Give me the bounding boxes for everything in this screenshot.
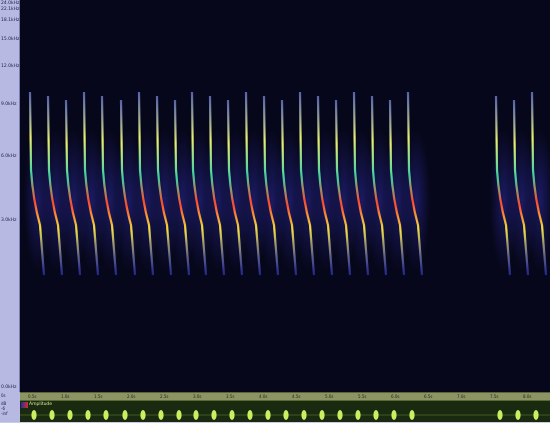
waveform-burst [337,410,343,420]
freq-tick: 0.0kHz [1,385,17,390]
waveform-burst [85,410,91,420]
time-origin-label: 0s [0,392,20,400]
waveform-burst [247,410,253,420]
time-tick: 6.0s [391,394,400,399]
freq-tick: 15.0kHz [1,37,20,42]
waveform-burst [265,410,271,420]
time-tick: 8.0s [523,394,532,399]
freq-tick: 9.0kHz [1,102,17,107]
time-tick: 6.5s [424,394,433,399]
waveform-burst [49,410,55,420]
waveform-burst [355,410,361,420]
waveform-burst [301,410,307,420]
waveform-burst [67,410,73,420]
time-tick: 2.5s [160,394,169,399]
call-echo-haze [402,130,430,270]
waveform-burst [122,410,128,420]
waveform-burst [31,410,37,420]
waveform-scale: dB -6 -inf [0,400,20,422]
time-tick: 7.5s [490,394,499,399]
spectrogram-view[interactable] [20,0,550,392]
waveform-burst [515,410,521,420]
spectrogram-canvas[interactable] [20,0,550,392]
freq-tick: 6.0kHz [1,154,17,159]
time-tick: 5.5s [358,394,367,399]
waveform-burst [211,410,217,420]
freq-tick: 18.1kHz [1,18,20,23]
waveform-scale-min: -inf [1,411,8,416]
waveform-burst [176,410,182,420]
waveform-burst [193,410,199,420]
waveform-burst [409,410,415,420]
freq-tick: 3.0kHz [1,218,17,223]
waveform-burst [140,410,146,420]
waveform-canvas [20,410,550,420]
time-tick: 2.0s [127,394,136,399]
freq-tick: 22.1kHz [1,7,20,12]
freq-tick: 24.0kHz [1,1,20,6]
time-tick: 4.0s [259,394,268,399]
waveform-burst [229,410,235,420]
waveform-burst [103,410,109,420]
time-tick: 3.5s [226,394,235,399]
time-tick: 1.0s [61,394,70,399]
waveform-burst [158,410,164,420]
spectrogram-app: 24.0kHz 22.1kHz 18.1kHz 15.0kHz 12.0kHz … [0,0,550,422]
waveform-burst [391,410,397,420]
time-tick: 7.0s [457,394,466,399]
waveform-burst [283,410,289,420]
time-tick: 0.5s [28,394,37,399]
time-tick: 4.5s [292,394,301,399]
time-tick: 5.0s [325,394,334,399]
waveform-burst [319,410,325,420]
frequency-ruler: 24.0kHz 22.1kHz 18.1kHz 15.0kHz 12.0kHz … [0,0,20,392]
waveform-burst [373,410,379,420]
waveform-burst [533,410,539,420]
time-tick: 1.5s [94,394,103,399]
time-tick: 3.0s [193,394,202,399]
waveform-panel[interactable]: Amplitude [20,400,550,422]
waveform-burst [497,410,503,420]
freq-tick: 12.0kHz [1,64,20,69]
